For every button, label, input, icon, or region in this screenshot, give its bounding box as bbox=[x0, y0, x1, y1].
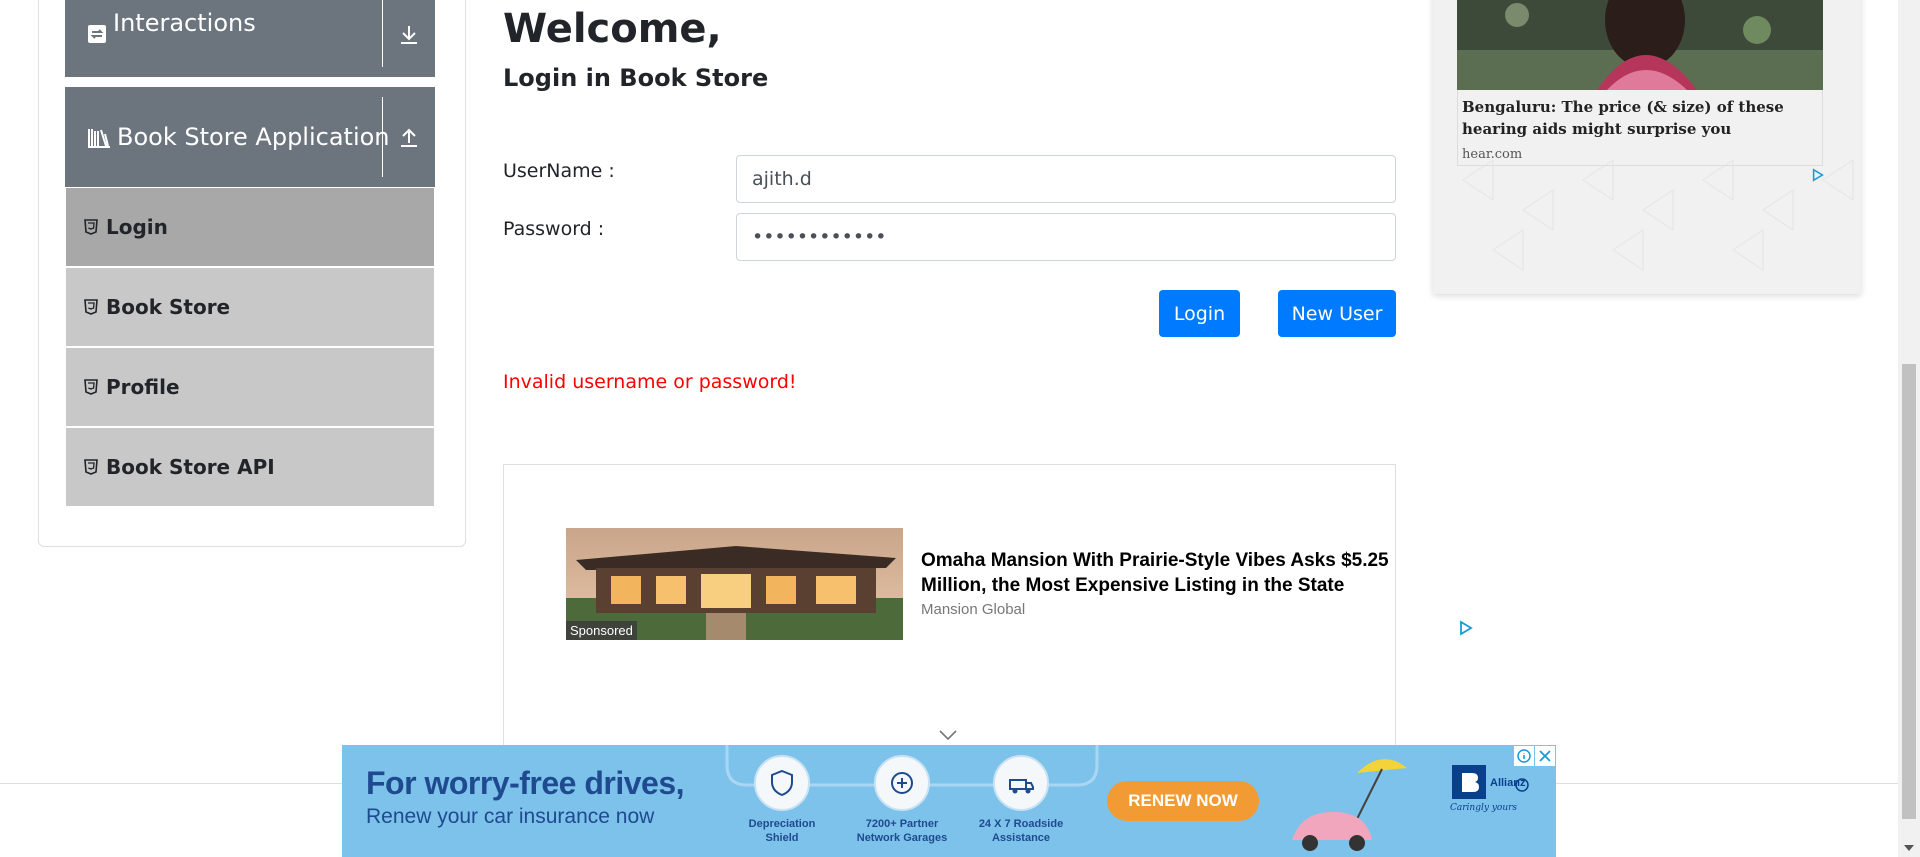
sidebar-item-label: Profile bbox=[106, 375, 180, 399]
sidebar-item-book-store-api[interactable]: Book Store API bbox=[66, 428, 434, 506]
banner-feature-line1: Depreciation bbox=[748, 818, 816, 830]
renew-now-button[interactable]: RENEW NOW bbox=[1107, 781, 1259, 821]
scroll-down-icon[interactable] bbox=[1903, 840, 1915, 857]
banner-feature-line2: Assistance bbox=[991, 832, 1051, 844]
close-icon[interactable] bbox=[1535, 746, 1555, 766]
ad-headline[interactable]: Omaha Mansion With Prairie-Style Vibes A… bbox=[921, 548, 1431, 598]
shield-car-icon bbox=[754, 755, 810, 811]
sidebar-group-label: Interactions bbox=[113, 8, 256, 37]
banner-feature: 24 X 7 Roadside Assistance bbox=[966, 755, 1076, 845]
banner-tagline: Caringly yours bbox=[1450, 803, 1518, 813]
bajaj-allianz-logo: Allianz Caringly yours bbox=[1450, 757, 1530, 821]
username-field[interactable] bbox=[736, 155, 1396, 203]
banner-title: For worry-free drives, bbox=[366, 765, 685, 801]
sidebar-item-profile[interactable]: Profile bbox=[66, 348, 434, 426]
banner-feature-line1: 24 X 7 Roadside bbox=[978, 818, 1064, 830]
sidebar-group-label: Book Store Application bbox=[117, 123, 390, 151]
username-label: UserName : bbox=[503, 160, 615, 182]
scrollbar-thumb[interactable] bbox=[1902, 364, 1916, 819]
side-ad-headline[interactable]: Bengaluru: The price (& size) of these h… bbox=[1462, 96, 1818, 140]
new-user-button[interactable]: New User bbox=[1278, 290, 1396, 337]
banner-brand: Allianz bbox=[1490, 777, 1526, 789]
html5-icon bbox=[84, 459, 98, 475]
adchoices-icon[interactable] bbox=[1811, 168, 1825, 187]
ad-image[interactable]: Sponsored bbox=[566, 528, 903, 640]
sidebar-item-login[interactable]: Login bbox=[66, 188, 434, 266]
ad-source: Mansion Global bbox=[921, 601, 1026, 618]
page-subtitle: Login in Book Store bbox=[503, 64, 769, 92]
banner-feature: 7200+ Partner Network Garages bbox=[847, 755, 957, 845]
banner-feature-line1: 7200+ Partner bbox=[865, 818, 939, 830]
side-ad-source: hear.com bbox=[1462, 147, 1523, 162]
login-button[interactable]: Login bbox=[1159, 290, 1240, 337]
sidebar-item-label: Book Store bbox=[106, 295, 231, 319]
bottom-banner-ad[interactable]: For worry-free drives, Renew your car in… bbox=[342, 745, 1556, 857]
sidebar-item-book-store[interactable]: Book Store bbox=[66, 268, 434, 346]
banner-feature-line2: Network Garages bbox=[856, 832, 948, 844]
banner-feature-line2: Shield bbox=[765, 832, 799, 844]
password-field[interactable] bbox=[736, 213, 1396, 261]
error-message: Invalid username or password! bbox=[503, 371, 797, 393]
html5-icon bbox=[84, 379, 98, 395]
garage-icon bbox=[874, 755, 930, 811]
sidebar-group-book-store-application[interactable]: Book Store Application bbox=[65, 87, 435, 187]
sidebar-group-interactions[interactable]: Interactions bbox=[65, 0, 435, 77]
banner-feature: Depreciation Shield bbox=[727, 755, 837, 845]
html5-icon bbox=[84, 299, 98, 315]
umbrella-car-illustration bbox=[1292, 759, 1407, 851]
html5-icon bbox=[84, 219, 98, 235]
page-title: Welcome, bbox=[503, 6, 722, 52]
sidebar-item-label: Book Store API bbox=[106, 455, 275, 479]
password-label: Password : bbox=[503, 218, 605, 240]
adchoices-icon[interactable] bbox=[1458, 620, 1474, 641]
sidebar-item-label: Login bbox=[106, 215, 168, 239]
download-arrow-icon[interactable] bbox=[382, 0, 435, 67]
banner-subtitle: Renew your car insurance now bbox=[366, 805, 655, 828]
tow-truck-icon bbox=[993, 755, 1049, 811]
books-icon bbox=[87, 126, 111, 148]
side-ad-image[interactable] bbox=[1457, 0, 1823, 90]
cycle-icon bbox=[87, 24, 107, 44]
info-icon[interactable] bbox=[1514, 746, 1534, 766]
sponsored-badge: Sponsored bbox=[566, 621, 637, 640]
chevron-down-icon[interactable] bbox=[938, 728, 958, 746]
upload-arrow-icon[interactable] bbox=[382, 97, 435, 177]
